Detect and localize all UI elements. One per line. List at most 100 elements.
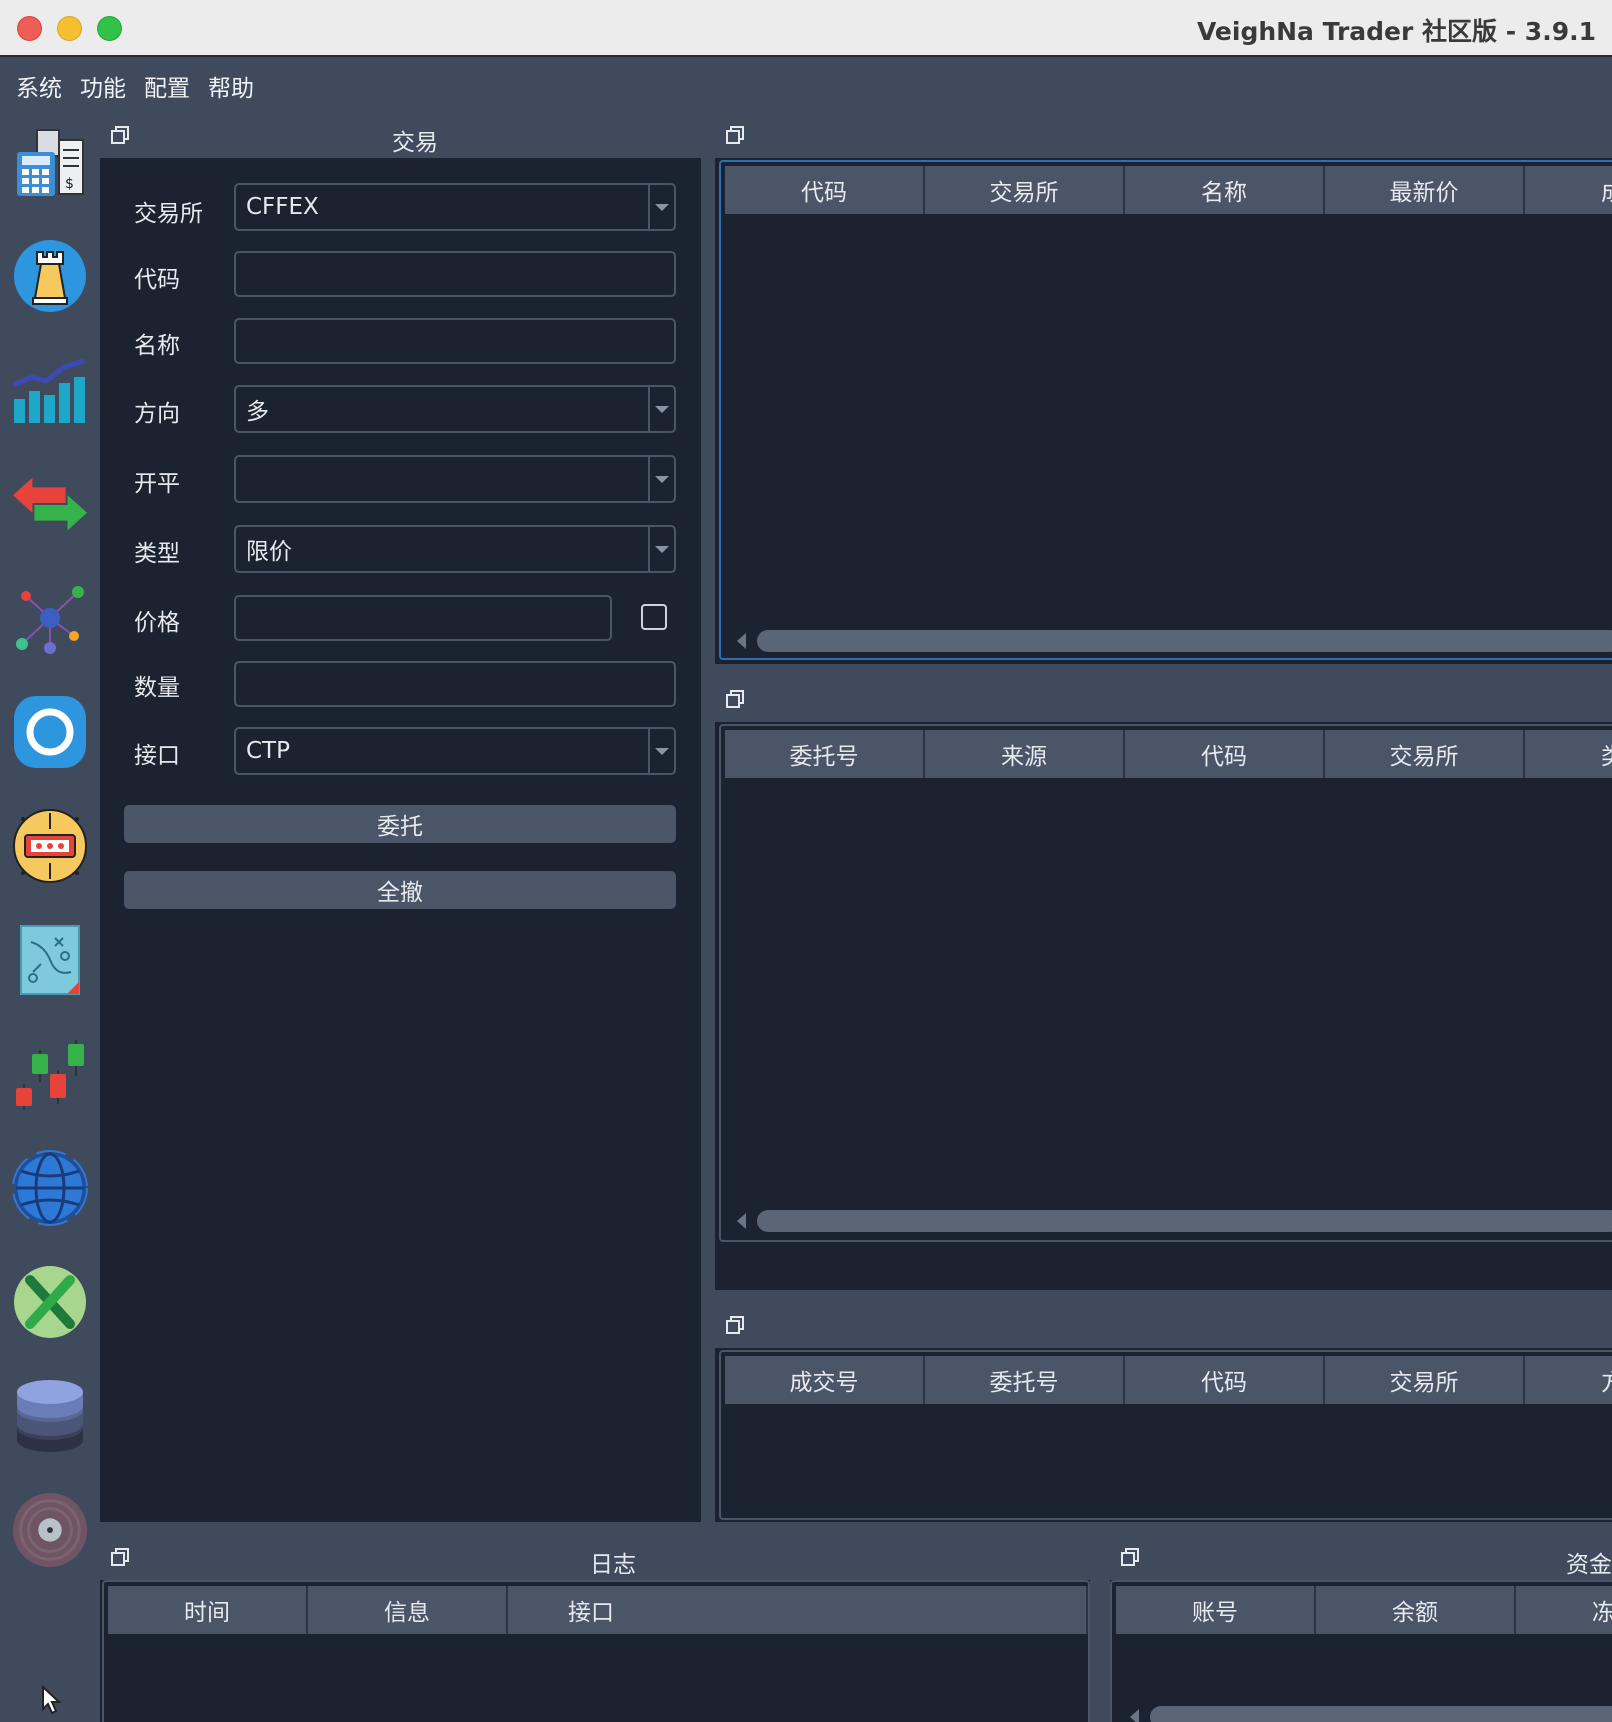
trade-table[interactable]: 成交号 委托号 代码 交易所 方向 <box>719 1350 1612 1520</box>
dock-splitter[interactable] <box>1090 1536 1110 1722</box>
column-header[interactable]: 代码 <box>725 166 925 214</box>
horizontal-scrollbar[interactable] <box>737 630 1612 652</box>
scroll-left-icon[interactable] <box>737 633 746 649</box>
trading-dock-title: 交易 <box>100 114 701 158</box>
log-table-header: 时间 信息 接口 <box>108 1586 1088 1634</box>
chess-rook-icon[interactable] <box>11 236 89 316</box>
window-title: VeighNa Trader 社区版 - 3.9.1 <box>1196 17 1596 46</box>
price-checkbox[interactable] <box>641 604 667 630</box>
scrollbar-thumb[interactable] <box>757 1210 1612 1232</box>
column-header[interactable]: 冻结 <box>1516 1586 1612 1634</box>
minimize-window-button[interactable] <box>57 16 82 41</box>
direction-combo[interactable]: 多 <box>234 385 676 433</box>
svg-text:$: $ <box>65 176 74 192</box>
column-header[interactable]: 最新价 <box>1325 166 1525 214</box>
column-header[interactable]: 交易所 <box>925 166 1125 214</box>
chevron-down-icon <box>648 729 674 773</box>
cancel-all-button[interactable]: 全撤 <box>124 871 676 909</box>
column-header[interactable]: 方向 <box>1525 1356 1612 1404</box>
float-icon[interactable] <box>110 1547 130 1567</box>
column-header[interactable]: 交易所 <box>1325 1356 1525 1404</box>
gateway-value: CTP <box>246 738 290 764</box>
menu-bar: 系统 功能 配置 帮助 <box>0 57 1612 114</box>
log-dock-title: 日志 <box>100 1536 1090 1580</box>
bar-chart-icon[interactable] <box>11 350 89 430</box>
chevron-down-icon <box>648 387 674 431</box>
column-header[interactable]: 交易所 <box>1325 730 1525 778</box>
horizontal-scrollbar[interactable] <box>1130 1706 1612 1722</box>
column-header[interactable]: 代码 <box>1125 1356 1325 1404</box>
database-icon[interactable] <box>11 1376 89 1456</box>
network-nodes-icon[interactable] <box>11 578 89 658</box>
trade-dock-title <box>715 1304 1612 1348</box>
gateway-combo[interactable]: CTP <box>234 727 676 775</box>
chevron-down-icon <box>648 457 674 501</box>
dock-splitter[interactable] <box>715 664 1612 678</box>
order-table[interactable]: 委托号 来源 代码 交易所 类型 <box>719 724 1612 1242</box>
column-header[interactable]: 代码 <box>1125 730 1325 778</box>
cursor-icon[interactable] <box>11 1680 89 1720</box>
name-input[interactable] <box>234 318 676 364</box>
excel-icon[interactable] <box>11 1262 89 1342</box>
exchange-value: CFFEX <box>246 194 319 220</box>
send-order-button[interactable]: 委托 <box>124 805 676 843</box>
menu-help[interactable]: 帮助 <box>208 69 254 103</box>
dock-splitter[interactable] <box>100 1522 1612 1536</box>
trade-table-header: 成交号 委托号 代码 交易所 方向 <box>725 1356 1612 1404</box>
float-icon[interactable] <box>725 125 745 145</box>
float-icon[interactable] <box>725 689 745 709</box>
scrollbar-thumb[interactable] <box>757 630 1612 652</box>
menu-config[interactable]: 配置 <box>144 69 190 103</box>
candlestick-icon[interactable] <box>11 1034 89 1114</box>
price-input[interactable] <box>234 595 612 641</box>
column-header[interactable]: 成交号 <box>725 1356 925 1404</box>
volume-label: 数量 <box>134 675 180 701</box>
log-table[interactable]: 时间 信息 接口 <box>102 1580 1090 1722</box>
offset-combo[interactable] <box>234 455 676 503</box>
globe-icon[interactable] <box>11 1148 89 1228</box>
column-header[interactable]: 名称 <box>1125 166 1325 214</box>
maximize-window-button[interactable] <box>97 16 122 41</box>
float-icon[interactable] <box>1120 1547 1140 1567</box>
horizontal-scrollbar[interactable] <box>737 1210 1612 1232</box>
float-icon[interactable] <box>110 125 130 145</box>
tick-dock-title <box>715 114 1612 158</box>
robot-icon[interactable] <box>11 806 89 886</box>
scrollbar-thumb[interactable] <box>1150 1706 1612 1722</box>
exchange-arrows-icon[interactable] <box>11 464 89 544</box>
column-header[interactable]: 时间 <box>108 1586 308 1634</box>
column-header[interactable]: 委托号 <box>925 1356 1125 1404</box>
column-header[interactable]: 来源 <box>925 730 1125 778</box>
calculator-icon[interactable]: $ <box>11 122 89 202</box>
float-icon[interactable] <box>725 1315 745 1335</box>
ring-icon[interactable] <box>11 692 89 772</box>
symbol-label: 代码 <box>134 267 180 293</box>
tick-table[interactable]: 代码 交易所 名称 最新价 成交 <box>719 160 1612 660</box>
column-header[interactable]: 委托号 <box>725 730 925 778</box>
account-dock-title: 资金 <box>1110 1536 1612 1580</box>
column-header[interactable]: 信息 <box>308 1586 508 1634</box>
strategy-board-icon[interactable] <box>11 920 89 1000</box>
order-type-value: 限价 <box>246 539 292 565</box>
disc-icon[interactable] <box>11 1490 89 1570</box>
menu-function[interactable]: 功能 <box>80 69 126 103</box>
volume-input[interactable] <box>234 661 676 707</box>
symbol-input[interactable] <box>234 251 676 297</box>
account-table[interactable]: 账号 余额 冻结 <box>1110 1580 1612 1722</box>
column-header[interactable]: 余额 <box>1316 1586 1516 1634</box>
order-type-combo[interactable]: 限价 <box>234 525 676 573</box>
column-header[interactable]: 账号 <box>1116 1586 1316 1634</box>
app-toolbar: $ <box>0 114 100 1722</box>
dock-splitter[interactable] <box>715 1290 1612 1304</box>
dock-splitter[interactable] <box>701 114 715 1522</box>
column-header[interactable]: 类型 <box>1525 730 1612 778</box>
close-window-button[interactable] <box>17 16 42 41</box>
scroll-left-icon[interactable] <box>737 1213 746 1229</box>
column-header[interactable]: 接口 <box>508 1586 1088 1634</box>
gateway-label: 接口 <box>134 743 180 769</box>
column-header[interactable]: 成交 <box>1525 166 1612 214</box>
scroll-left-icon[interactable] <box>1130 1709 1139 1722</box>
exchange-combo[interactable]: CFFEX <box>234 183 676 231</box>
exchange-label: 交易所 <box>134 201 203 227</box>
menu-system[interactable]: 系统 <box>16 69 62 103</box>
